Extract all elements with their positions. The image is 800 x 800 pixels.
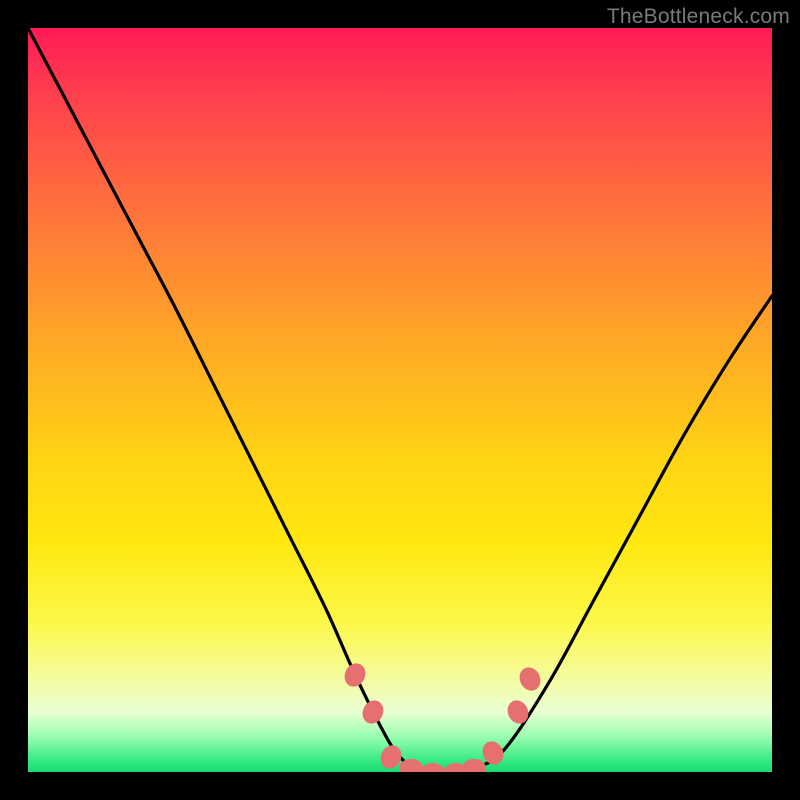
plot-area bbox=[28, 28, 772, 772]
watermark-text: TheBottleneck.com bbox=[607, 5, 790, 29]
valley-dot-4 bbox=[462, 759, 486, 772]
outer-frame: TheBottleneck.com bbox=[0, 0, 800, 800]
bottleneck-curve bbox=[28, 28, 772, 772]
valley-dot-1 bbox=[399, 759, 423, 772]
curve-layer bbox=[28, 28, 772, 772]
